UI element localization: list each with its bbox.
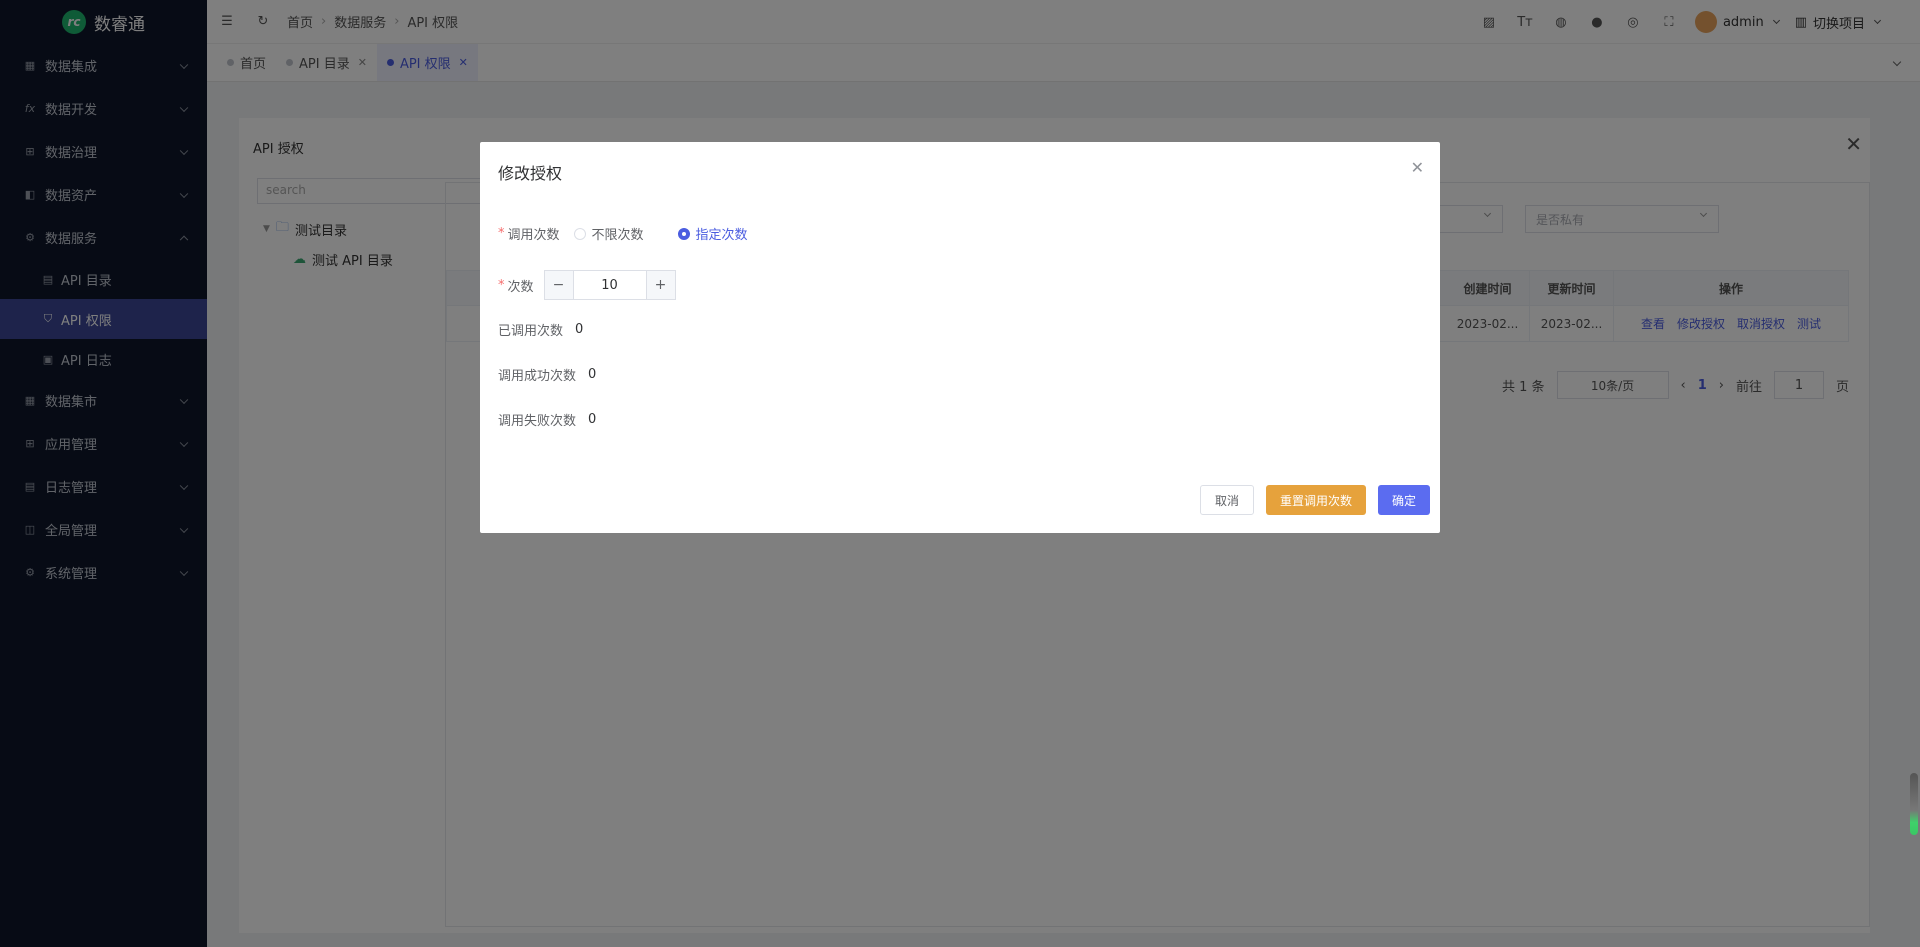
plus-icon[interactable]: +: [646, 271, 675, 299]
called-label: 已调用次数: [498, 324, 564, 339]
fail-label: 调用失败次数: [498, 414, 577, 429]
dialog-title: 修改授权: [498, 164, 563, 183]
called-value: 0: [575, 322, 584, 337]
radio-specified[interactable]: 指定次数: [677, 224, 748, 243]
success-value: 0: [588, 367, 597, 382]
count-row: * 次数 − 10 +: [498, 270, 676, 300]
count-stepper: − 10 +: [543, 270, 676, 300]
count-label: 次数: [507, 279, 534, 295]
cancel-button[interactable]: 取消: [1199, 485, 1254, 515]
radio-checked-icon: [677, 227, 690, 240]
scroll-indicator[interactable]: [1910, 773, 1918, 835]
required-mark: *: [498, 226, 505, 241]
dialog-footer: 取消 重置调用次数 确定: [1199, 485, 1430, 515]
fail-value: 0: [588, 412, 597, 427]
confirm-button[interactable]: 确定: [1377, 485, 1430, 515]
minus-icon[interactable]: −: [544, 271, 573, 299]
fail-row: 调用失败次数 0: [498, 410, 596, 429]
radio-unlimited[interactable]: 不限次数: [573, 224, 644, 243]
count-input[interactable]: 10: [572, 271, 647, 299]
call-count-label: 调用次数: [507, 228, 560, 243]
required-mark: *: [498, 277, 505, 293]
called-row: 已调用次数 0: [498, 320, 583, 339]
success-row: 调用成功次数 0: [498, 365, 596, 384]
close-icon[interactable]: ✕: [1411, 158, 1424, 177]
call-count-row: * 调用次数 不限次数 指定次数: [498, 224, 768, 243]
radio-circle-icon: [573, 227, 586, 240]
success-label: 调用成功次数: [498, 369, 577, 384]
reset-count-button[interactable]: 重置调用次数: [1265, 485, 1366, 515]
edit-auth-dialog: 修改授权 ✕ * 调用次数 不限次数 指定次数 * 次数 − 10 + 已调用次…: [480, 142, 1440, 533]
